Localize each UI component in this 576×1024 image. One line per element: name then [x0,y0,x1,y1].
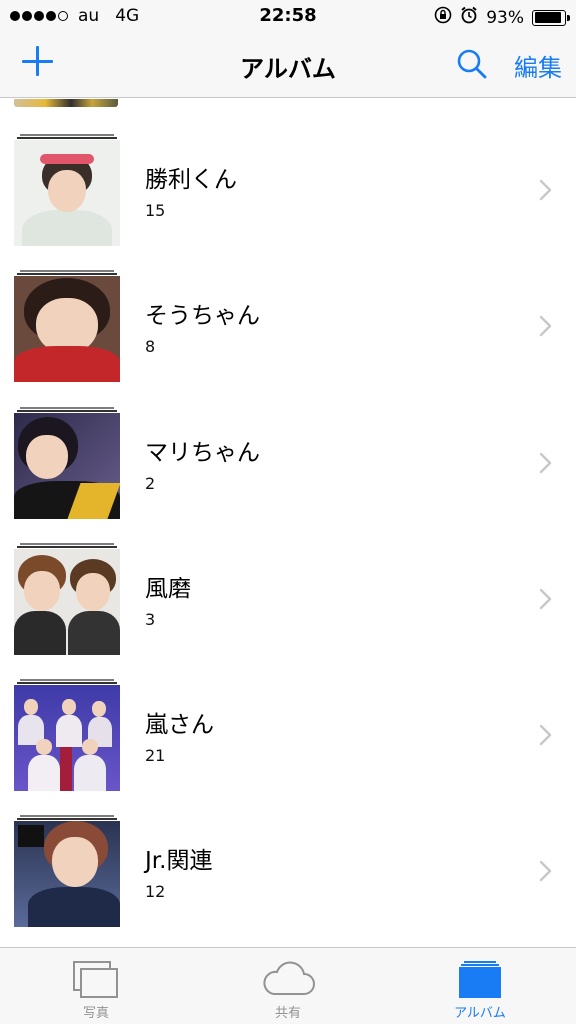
album-count: 8 [145,337,156,356]
tab-bar: 写真 共有 アルバム [0,947,576,1024]
album-name: マリちゃん [145,440,260,466]
chevron-right-icon [538,587,554,611]
battery-percent: 93% [486,7,524,28]
album-row[interactable]: 風磨 3 [0,543,576,679]
album-thumbnail [14,815,120,929]
album-name: 勝利くん [145,167,237,193]
chevron-right-icon [538,723,554,747]
album-count: 3 [145,610,156,629]
album-count: 21 [145,746,166,765]
chevron-right-icon [538,178,554,202]
album-list: 勝利くん 15 そうちゃん 8 マリちゃん 2 風磨 3 嵐さん 21 Jr.関… [0,99,576,947]
album-count: 15 [145,201,166,220]
status-bar: au 4G 22:58 93% [0,0,576,32]
edit-button[interactable]: 編集 [514,48,562,83]
albums-icon [458,960,502,1004]
chevron-right-icon [538,314,554,338]
photos-icon [72,960,120,1004]
tab-albums[interactable]: アルバム [384,948,576,1024]
album-row[interactable]: そうちゃん 8 [0,270,576,406]
battery-fill [534,12,562,23]
album-name: 嵐さん [145,712,214,738]
chevron-right-icon [538,859,554,883]
search-icon[interactable] [456,48,488,80]
album-thumbnail-partial[interactable] [14,99,118,107]
album-thumbnail [14,679,120,793]
rotation-lock-icon [434,6,452,29]
tab-shared[interactable]: 共有 [192,948,384,1024]
album-name: 風磨 [145,576,191,602]
alarm-icon [460,6,478,29]
page-title: アルバム [240,55,336,83]
album-row[interactable]: Jr.関連 12 [0,815,576,947]
album-row[interactable]: 嵐さん 21 [0,679,576,815]
album-thumbnail [14,270,120,384]
tab-photos[interactable]: 写真 [0,948,192,1024]
album-thumbnail [14,407,120,521]
album-count: 12 [145,882,166,901]
status-right: 93% [434,6,570,29]
album-row[interactable]: マリちゃん 2 [0,407,576,543]
album-row[interactable]: 勝利くん 15 [0,134,576,270]
tab-label: 写真 [82,1006,109,1021]
tab-label: 共有 [274,1006,301,1021]
album-name: そうちゃん [145,303,260,329]
tab-label: アルバム [454,1006,506,1021]
navigation-bar: アルバム 編集 [0,32,576,98]
album-count: 2 [145,474,156,493]
battery-icon [532,9,570,26]
chevron-right-icon [538,451,554,475]
album-thumbnail [14,134,120,248]
album-name: Jr.関連 [145,848,213,874]
album-thumbnail [14,543,120,657]
cloud-icon [260,960,316,1002]
